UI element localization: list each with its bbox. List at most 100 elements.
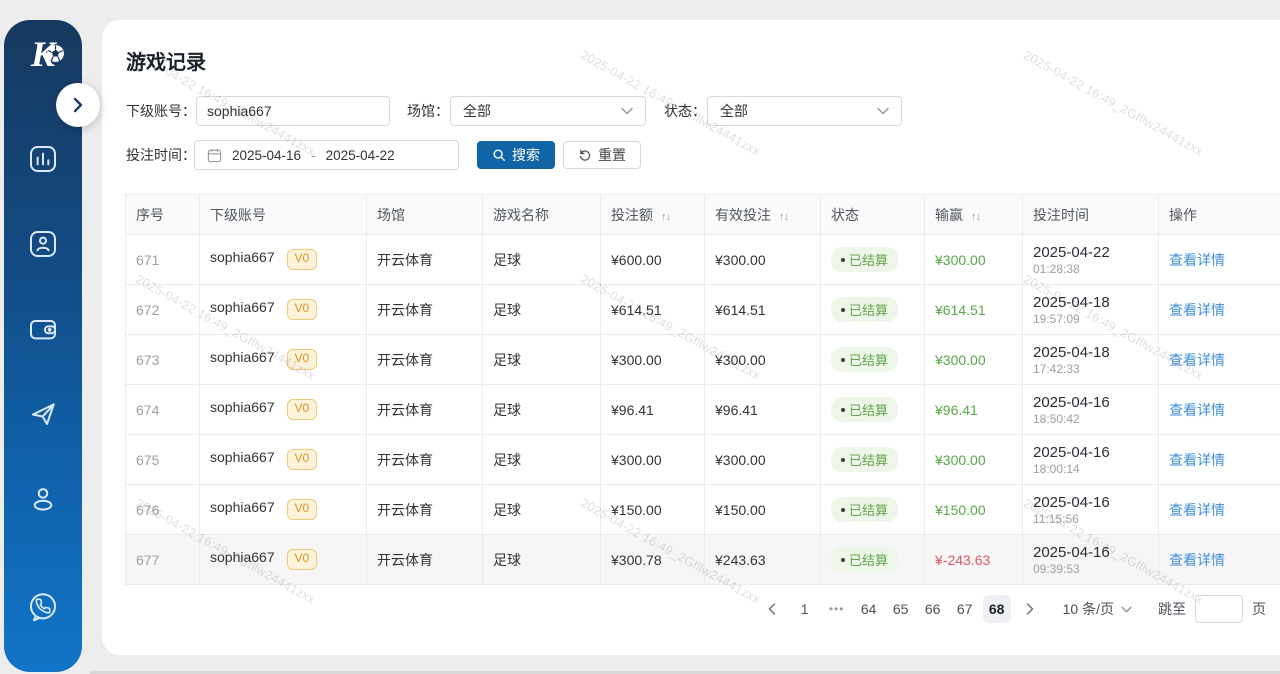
venue-cell: 开云体育 <box>367 335 483 385</box>
vip-level-badge: V0 <box>287 349 318 370</box>
column-header-winloss[interactable]: 输赢 ↑↓ <box>925 195 1023 235</box>
sidebar-item-members[interactable] <box>27 228 59 265</box>
vip-level-badge: V0 <box>287 449 318 470</box>
sort-icon[interactable]: ↑↓ <box>661 211 670 223</box>
bet-amount-cell: ¥300.00 <box>601 435 705 485</box>
venue-cell: 开云体育 <box>367 235 483 285</box>
column-header-bet[interactable]: 投注额↑↓ <box>601 195 705 235</box>
bet-amount-cell: ¥600.00 <box>601 235 705 285</box>
seq-cell: 671 <box>126 235 200 285</box>
jump-page-input[interactable] <box>1195 595 1243 623</box>
valid-bet-cell: ¥300.00 <box>705 235 821 285</box>
winloss-cell: ¥300.00 <box>925 435 1023 485</box>
venue-filter-label: 场馆： <box>407 96 449 126</box>
bet-time-cell: 2025-04-16 11:15:56 <box>1023 485 1159 535</box>
status-cell: 已结算 <box>821 385 925 435</box>
bet-time-cell: 2025-04-16 18:00:14 <box>1023 435 1159 485</box>
page-button-65[interactable]: 65 <box>887 595 915 623</box>
date-range-picker[interactable]: 2025-04-16 - 2025-04-22 <box>194 140 459 170</box>
status-badge: 已结算 <box>831 397 898 422</box>
sort-icon[interactable]: ↑↓ <box>971 211 980 223</box>
account-name: sophia667 <box>210 249 275 265</box>
bet-clock: 18:00:14 <box>1033 462 1148 476</box>
bet-amount-cell: ¥300.00 <box>601 335 705 385</box>
account-input[interactable] <box>196 96 390 126</box>
column-header-venue: 场馆 <box>367 195 483 235</box>
view-details-link[interactable]: 查看详情 <box>1169 252 1225 268</box>
game-cell: 足球 <box>483 535 601 585</box>
table-row: 672 sophia667 V0 开云体育 足球 ¥614.51 ¥614.51… <box>126 285 1280 335</box>
bet-time-cell: 2025-04-16 18:50:42 <box>1023 385 1159 435</box>
vip-level-badge: V0 <box>287 499 318 520</box>
account-cell: sophia667 V0 <box>200 385 367 435</box>
page-size-value: 10 条/页 <box>1063 599 1114 619</box>
status-dot-icon <box>841 408 845 412</box>
records-table: 序号下级账号场馆游戏名称投注额↑↓有效投注↑↓状态输赢↑↓投注时间操作 671 … <box>125 194 1280 585</box>
sidebar-expand-button[interactable] <box>56 83 100 127</box>
sort-icon[interactable]: ↑↓ <box>779 211 788 223</box>
status-select-value: 全部 <box>720 101 748 121</box>
account-cell: sophia667 V0 <box>200 335 367 385</box>
page-size-select[interactable]: 10 条/页 <box>1063 599 1132 619</box>
sidebar-item-profile[interactable] <box>27 483 59 520</box>
sidebar-item-promotion[interactable] <box>27 398 59 435</box>
view-details-link[interactable]: 查看详情 <box>1169 352 1225 368</box>
venue-cell: 开云体育 <box>367 385 483 435</box>
view-details-link[interactable]: 查看详情 <box>1169 452 1225 468</box>
sidebar-item-wallet[interactable] <box>27 313 59 350</box>
column-label: 状态 <box>831 207 859 223</box>
table-row: 676 sophia667 V0 开云体育 足球 ¥150.00 ¥150.00… <box>126 485 1280 535</box>
column-label: 序号 <box>136 207 164 223</box>
seq-cell: 673 <box>126 335 200 385</box>
column-header-valid[interactable]: 有效投注↑↓ <box>705 195 821 235</box>
sidebar-item-service[interactable] <box>26 590 60 629</box>
chevron-left-icon <box>768 603 776 615</box>
table-row: 674 sophia667 V0 开云体育 足球 ¥96.41 ¥96.41 已… <box>126 385 1280 435</box>
action-cell: 查看详情 <box>1159 485 1280 535</box>
page-button-1[interactable]: 1 <box>791 595 819 623</box>
account-name: sophia667 <box>210 549 275 565</box>
view-details-link[interactable]: 查看详情 <box>1169 402 1225 418</box>
page-button-64[interactable]: 64 <box>855 595 883 623</box>
view-details-link[interactable]: 查看详情 <box>1169 552 1225 568</box>
bet-time-cell: 2025-04-22 01:28:38 <box>1023 235 1159 285</box>
view-details-link[interactable]: 查看详情 <box>1169 302 1225 318</box>
winloss-cell: ¥-243.63 <box>925 535 1023 585</box>
next-page-button[interactable] <box>1017 595 1043 623</box>
vip-level-badge: V0 <box>287 399 318 420</box>
venue-select[interactable]: 全部 <box>450 96 646 126</box>
pagination-ellipsis: ••• <box>823 595 851 623</box>
page-buttons: 1•••6465666768 <box>791 595 1011 623</box>
prev-page-button[interactable] <box>759 595 785 623</box>
bet-date: 2025-04-22 <box>1033 244 1148 261</box>
bet-amount-cell: ¥150.00 <box>601 485 705 535</box>
send-plane-icon <box>27 398 59 430</box>
status-dot-icon <box>841 258 845 262</box>
bet-clock: 01:28:38 <box>1033 262 1148 276</box>
winloss-cell: ¥614.51 <box>925 285 1023 335</box>
valid-bet-cell: ¥614.51 <box>705 285 821 335</box>
sidebar-item-reports[interactable] <box>27 143 59 180</box>
bet-clock: 09:39:53 <box>1033 562 1148 576</box>
wallet-icon <box>27 313 59 345</box>
game-cell: 足球 <box>483 435 601 485</box>
search-button[interactable]: 搜索 <box>477 141 555 169</box>
winloss-cell: ¥300.00 <box>925 335 1023 385</box>
search-icon <box>492 148 506 162</box>
status-badge: 已结算 <box>831 347 898 372</box>
date-separator: - <box>311 148 316 163</box>
status-select[interactable]: 全部 <box>707 96 902 126</box>
reset-button[interactable]: 重置 <box>563 141 641 169</box>
page-button-68[interactable]: 68 <box>983 595 1011 623</box>
column-header-game: 游戏名称 <box>483 195 601 235</box>
page-button-66[interactable]: 66 <box>919 595 947 623</box>
view-details-link[interactable]: 查看详情 <box>1169 502 1225 518</box>
table-row: 673 sophia667 V0 开云体育 足球 ¥300.00 ¥300.00… <box>126 335 1280 385</box>
bet-clock: 11:15:56 <box>1033 512 1148 526</box>
column-label: 输赢 <box>935 207 963 223</box>
chart-board-icon <box>27 143 59 175</box>
app-logo: K <box>4 36 82 72</box>
member-card-icon <box>27 228 59 260</box>
page-button-67[interactable]: 67 <box>951 595 979 623</box>
status-cell: 已结算 <box>821 285 925 335</box>
